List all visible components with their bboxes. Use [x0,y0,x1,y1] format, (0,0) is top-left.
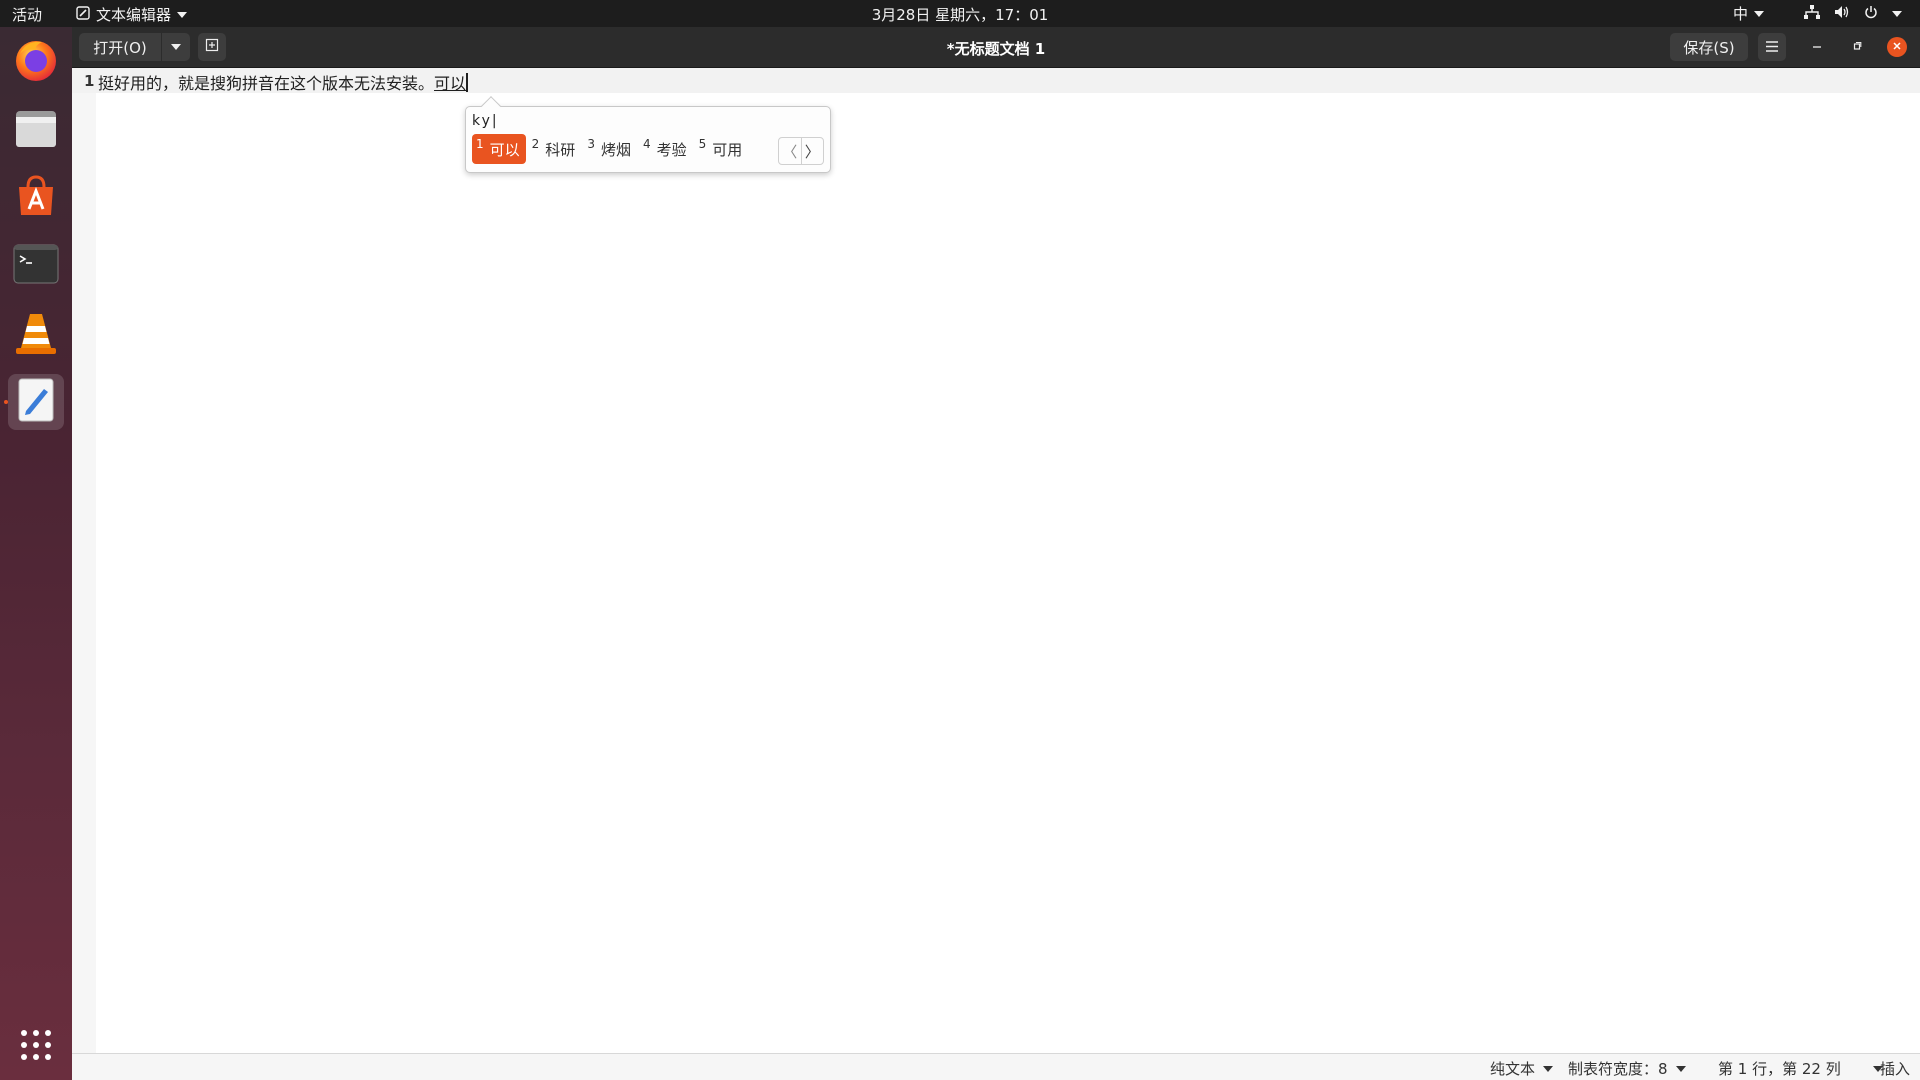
header-bar: 打开(O) *无标题文档 1 保存(S) [72,27,1920,68]
top-bar: 活动 文本编辑器 3月28日 星期六，17：01 中 [0,0,1920,27]
input-method-indicator[interactable]: 中 [1733,3,1764,24]
line-number: 1 [84,72,95,90]
candidate-text: 可以 [489,140,520,159]
chevron-down-icon [1754,10,1764,17]
save-button[interactable]: 保存(S) [1670,33,1748,61]
maximize-button[interactable] [1847,37,1867,57]
restore-icon [1852,40,1862,54]
line-number-gutter [72,68,96,1053]
dock-software[interactable] [8,170,64,226]
cursor-position[interactable]: 第 1 行，第 22 列 [1718,1058,1883,1079]
files-icon [13,105,59,155]
ime-next-page-button[interactable]: 〉 [800,138,824,164]
ime-candidate-3[interactable]: 3 烤烟 [583,134,637,164]
candidate-number: 3 [587,137,595,151]
system-tray[interactable]: 中 [1733,3,1902,24]
text-view[interactable]: 1 挺好用的，就是搜狗拼音在这个版本无法安装。可以 [72,68,1920,1053]
status-bar: 纯文本 制表符宽度：8 第 1 行，第 22 列 插入 [72,1053,1920,1080]
ime-candidate-1[interactable]: 1 可以 [472,134,526,164]
ime-candidate-popup: ky| 1 可以 2 科研 3 烤烟 4 考验 5 可用 〈 〉 [465,96,831,173]
candidate-text: 科研 [545,140,576,159]
ime-pager: 〈 〉 [778,137,824,165]
candidate-text: 烤烟 [600,140,631,159]
dock [0,27,72,1080]
power-icon[interactable] [1864,5,1878,23]
ime-prev-page-button[interactable]: 〈 [779,138,801,164]
running-indicator [4,400,8,404]
ime-input-string: ky| [472,113,499,129]
tab-width-selector[interactable]: 制表符宽度：8 [1568,1058,1686,1079]
chevron-down-icon[interactable] [1892,10,1902,17]
chevron-down-icon [1675,1065,1686,1072]
candidate-number: 4 [642,137,651,151]
minimize-button[interactable] [1807,37,1827,57]
terminal-icon [13,244,59,288]
preedit-text: 可以 [434,74,467,93]
chevron-down-icon [1543,1065,1554,1072]
ime-candidate-5[interactable]: 5 可用 [695,134,749,164]
language-label: 纯文本 [1490,1060,1536,1078]
show-applications-icon [19,1028,53,1066]
language-selector[interactable]: 纯文本 [1490,1058,1554,1079]
main-menu-button[interactable] [1758,33,1786,61]
window-title: *无标题文档 1 [946,40,1046,58]
hamburger-menu-icon [1766,38,1778,56]
text-line[interactable]: 挺好用的，就是搜狗拼音在这个版本无法安装。可以 [98,70,468,94]
cursor-position-label: 第 1 行，第 22 列 [1718,1060,1841,1078]
volume-icon[interactable] [1834,5,1850,23]
dock-vlc[interactable] [8,306,64,362]
text-editor-window: 打开(O) *无标题文档 1 保存(S) 1 挺好用的，就是搜狗拼音在这个版本无… [72,27,1920,1080]
close-icon [1892,40,1902,54]
tab-width-label: 制表符宽度：8 [1568,1060,1668,1078]
dock-firefox[interactable] [8,34,64,90]
show-applications-button[interactable] [8,1019,64,1075]
candidate-text: 可用 [712,140,743,159]
candidate-text: 考验 [656,140,687,159]
text-cursor [466,73,468,92]
dock-terminal[interactable] [8,238,64,294]
dock-files[interactable] [8,102,64,158]
ime-candidate-2[interactable]: 2 科研 [528,134,582,164]
text-editor-icon [16,377,56,427]
committed-text: 挺好用的，就是搜狗拼音在这个版本无法安装。 [98,74,435,93]
insert-mode-indicator[interactable]: 插入 [1880,1058,1910,1079]
software-icon [13,173,59,223]
candidate-number: 2 [531,137,540,151]
minimize-icon [1812,40,1822,54]
vlc-icon [13,308,59,360]
network-icon[interactable] [1804,4,1820,23]
close-button[interactable] [1887,37,1907,57]
firefox-icon [12,36,60,88]
ime-candidate-4[interactable]: 4 考验 [639,134,693,164]
ime-candidate-list: 1 可以 2 科研 3 烤烟 4 考验 5 可用 [472,134,750,164]
candidate-number: 5 [698,137,707,151]
clock[interactable]: 3月28日 星期六，17：01 [0,4,1920,25]
dock-text-editor[interactable] [8,374,64,430]
input-method-label: 中 [1732,5,1748,23]
candidate-number: 1 [476,137,484,151]
